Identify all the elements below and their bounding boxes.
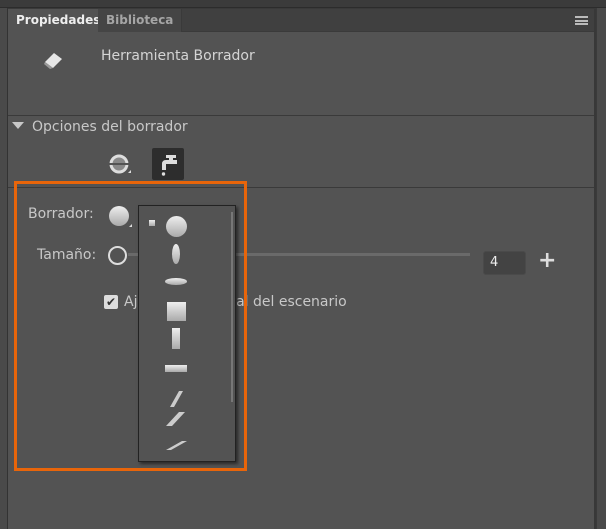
- left-strip: [0, 8, 8, 529]
- size-input[interactable]: 4: [483, 251, 526, 275]
- top-strip: [0, 0, 606, 8]
- eraser-icon: [44, 53, 62, 69]
- section-header-eraser-options[interactable]: Opciones del borrador: [12, 119, 188, 135]
- section-title: Opciones del borrador: [32, 119, 188, 135]
- right-strip: [597, 8, 606, 529]
- faucet-icon[interactable]: [152, 148, 184, 180]
- eraser-mode-icon[interactable]: [104, 148, 136, 180]
- tool-title: Herramienta Borrador: [101, 48, 255, 64]
- divider: [8, 115, 594, 116]
- size-increase-button[interactable]: +: [538, 248, 556, 273]
- highlight-box: [14, 181, 247, 471]
- panel-menu-icon[interactable]: [575, 16, 588, 25]
- tab-propiedades[interactable]: Propiedades: [8, 9, 109, 32]
- collapse-triangle-icon: [12, 122, 24, 129]
- tab-biblioteca[interactable]: Biblioteca: [98, 9, 183, 32]
- tab-bar: Propiedades Biblioteca: [8, 9, 594, 32]
